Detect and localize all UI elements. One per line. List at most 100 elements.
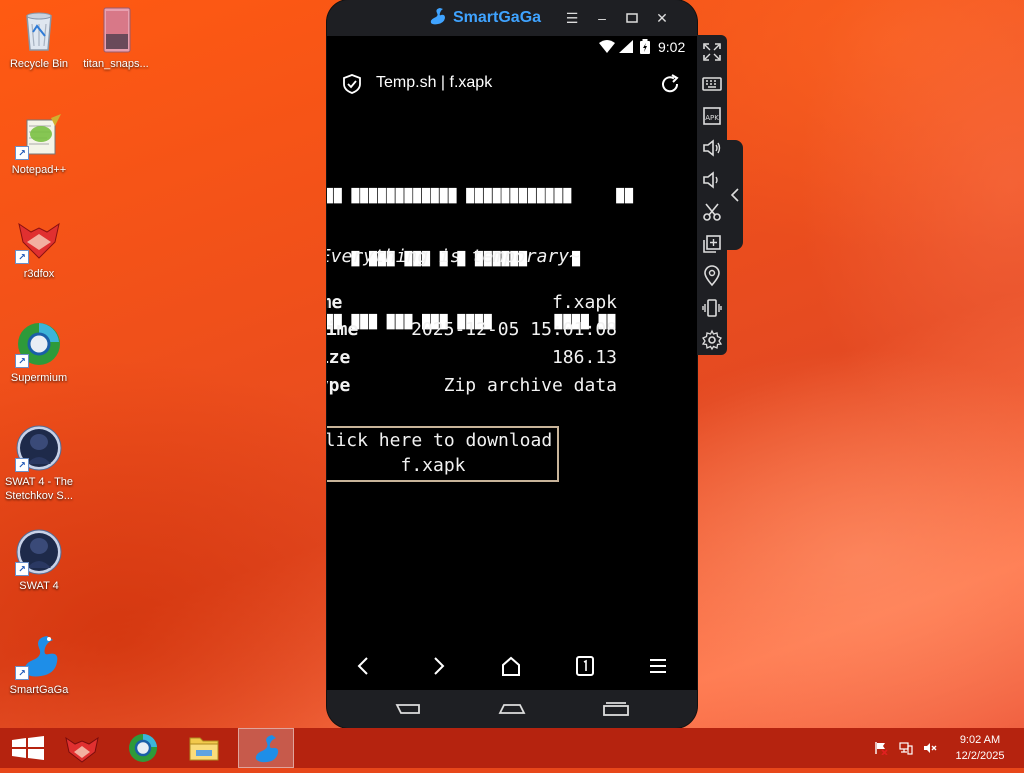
field-value-name: f.xapk <box>551 292 617 313</box>
shield-check-icon <box>342 74 362 99</box>
desktop-icon-label: SmartGaGa <box>9 684 69 696</box>
smartgaga-window: SmartGaGa ☰ – ✕ 9:02 Temp.sh | f.xapk ██… <box>327 0 697 728</box>
android-screen: 9:02 Temp.sh | f.xapk ██ ████████████ ██… <box>327 36 697 690</box>
menu-icon[interactable]: ☰ <box>563 9 581 27</box>
tabs-icon[interactable] <box>572 654 598 678</box>
status-time: 9:02 <box>658 39 686 55</box>
forward-icon[interactable] <box>425 654 451 678</box>
scissors-icon[interactable] <box>700 200 724 224</box>
field-key: Size <box>327 347 351 368</box>
smartgaga-icon: ↗ <box>15 632 63 680</box>
shortcut-arrow-icon: ↗ <box>15 562 29 576</box>
start-button[interactable] <box>0 728 56 768</box>
chevron-left-icon <box>729 187 741 208</box>
shortcut-arrow-icon: ↗ <box>15 458 29 472</box>
download-button[interactable]: Click here to download f.xapk <box>327 426 559 482</box>
desktop-icon-titan-snapshot[interactable]: titan_snaps... <box>78 6 154 71</box>
browser-menu-icon[interactable] <box>645 654 671 678</box>
android-recents-icon[interactable] <box>601 700 631 723</box>
taskbar: 9:02 AM 12/2/2025 <box>0 728 1024 768</box>
field-key: Time <box>327 319 359 340</box>
settings-gear-icon[interactable] <box>700 328 724 352</box>
field-value-type: Zip archive data <box>443 375 617 396</box>
taskbar-smartgaga[interactable] <box>238 728 294 768</box>
web-page-content: ██ ████████████ ████████████ ██ █ ███ ██… <box>327 112 697 642</box>
android-home-icon[interactable] <box>497 700 527 723</box>
desktop-icon-r3dfox[interactable]: ↗ r3dfox <box>1 216 77 281</box>
reload-icon[interactable] <box>659 73 681 100</box>
shake-icon[interactable] <box>700 296 724 320</box>
desktop-icon-label: titan_snaps... <box>83 58 149 70</box>
smartgaga-logo-icon <box>427 6 447 31</box>
windows-start-icon <box>12 736 44 760</box>
maximize-icon[interactable] <box>623 9 641 27</box>
svg-text:APK: APK <box>705 114 719 122</box>
swat4-icon: ↗ <box>15 424 63 472</box>
fullscreen-icon[interactable] <box>700 40 724 64</box>
desktop-icon-supermium[interactable]: ↗ Supermium <box>1 320 77 385</box>
desktop-icon-notepad-plus-plus[interactable]: ↗ Notepad++ <box>1 112 77 177</box>
desktop-icon-label: SWAT 4 - The Stetchkov S... <box>4 476 74 502</box>
android-back-icon[interactable] <box>393 700 423 723</box>
field-value-time: 2025-12-05 15:01:08 <box>411 319 617 340</box>
location-icon[interactable] <box>700 264 724 288</box>
swat4-icon: ↗ <box>15 528 63 576</box>
emulator-side-toolbar: APK <box>697 35 727 355</box>
home-icon[interactable] <box>498 654 524 678</box>
back-icon[interactable] <box>351 654 377 678</box>
desktop-icon-label: Supermium <box>10 372 68 384</box>
taskbar-supermium[interactable] <box>115 728 171 768</box>
keyboard-icon[interactable] <box>700 72 724 96</box>
supermium-icon: ↗ <box>15 320 63 368</box>
desktop-icon-swat4-stetchkov[interactable]: ↗ SWAT 4 - The Stetchkov S... <box>1 424 77 503</box>
volume-up-icon[interactable] <box>700 136 724 160</box>
action-center-flag-icon[interactable] <box>874 741 888 756</box>
volume-down-icon[interactable] <box>700 168 724 192</box>
battery-icon <box>640 39 650 57</box>
download-button-filename: f.xapk <box>400 455 466 476</box>
android-system-nav-bar <box>327 690 697 728</box>
shortcut-arrow-icon: ↗ <box>15 250 29 264</box>
signal-icon <box>619 40 633 56</box>
minimize-icon[interactable]: – <box>593 9 611 27</box>
desktop-icon-label: Recycle Bin <box>9 58 69 70</box>
browser-toolbar: Temp.sh | f.xapk <box>327 58 697 112</box>
tagline: ~Everything is temporary~ <box>327 246 580 267</box>
browser-tab-title[interactable]: Temp.sh | f.xapk <box>376 74 492 92</box>
smartgaga-icon <box>255 735 279 763</box>
desktop-icon-recycle-bin[interactable]: Recycle Bin <box>1 6 77 71</box>
shortcut-arrow-icon: ↗ <box>15 354 29 368</box>
taskbar-file-explorer[interactable] <box>176 728 232 768</box>
window-title-bar[interactable]: SmartGaGa ☰ – ✕ <box>327 0 697 36</box>
shortcut-arrow-icon: ↗ <box>15 666 29 680</box>
shortcut-arrow-icon: ↗ <box>15 146 29 160</box>
apk-install-icon[interactable]: APK <box>700 104 724 128</box>
image-file-icon <box>92 6 140 54</box>
desktop-icon-label: Notepad++ <box>11 164 67 176</box>
notepad-plus-plus-icon: ↗ <box>15 112 63 160</box>
r3dfox-icon: ↗ <box>15 216 63 264</box>
app-title: SmartGaGa <box>453 9 542 26</box>
field-value-size: 186.13 <box>551 347 617 368</box>
close-icon[interactable]: ✕ <box>653 9 671 27</box>
field-key: Name <box>327 292 343 313</box>
recycle-bin-icon <box>15 6 63 54</box>
toolbar-collapse-handle[interactable] <box>727 140 743 250</box>
multi-instance-icon[interactable] <box>700 232 724 256</box>
ascii-art-line: ██ ████████████ ████████████ ██ <box>327 189 634 204</box>
network-icon[interactable] <box>899 741 913 755</box>
desktop-icon-swat4[interactable]: ↗ SWAT 4 <box>1 528 77 593</box>
download-button-label: Click here to download <box>327 430 553 451</box>
desktop-icon-label: SWAT 4 <box>19 580 59 592</box>
supermium-icon <box>129 733 157 762</box>
app-brand: SmartGaGa <box>427 6 542 31</box>
browser-nav-bar <box>327 642 697 690</box>
desktop-icon-label: r3dfox <box>23 268 55 280</box>
taskbar-clock[interactable]: 9:02 AM 12/2/2025 <box>948 732 1012 764</box>
desktop-icon-smartgaga[interactable]: ↗ SmartGaGa <box>1 632 77 697</box>
volume-muted-icon[interactable] <box>923 741 937 755</box>
clock-time: 9:02 AM <box>959 734 1001 746</box>
field-key: Type <box>327 375 351 396</box>
taskbar-r3dfox[interactable] <box>54 728 110 768</box>
wifi-icon <box>599 40 615 56</box>
